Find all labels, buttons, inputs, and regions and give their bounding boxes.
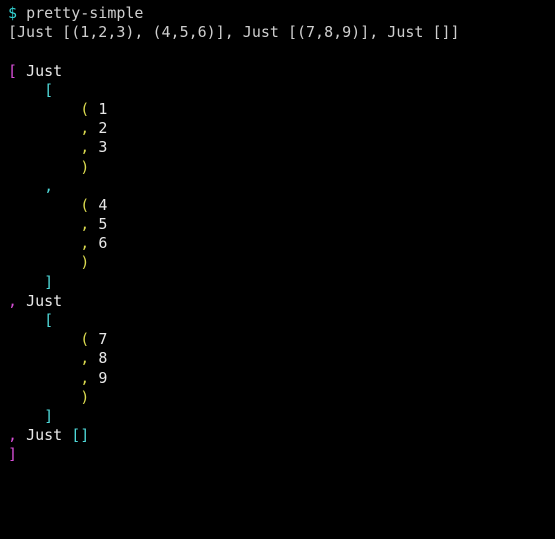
comma: , — [80, 349, 89, 367]
number: 1 — [98, 100, 107, 118]
number: 5 — [98, 215, 107, 233]
paren-open: ( — [80, 330, 89, 348]
number: 6 — [98, 234, 107, 252]
number: 4 — [98, 196, 107, 214]
number: 3 — [98, 138, 107, 156]
bracket-close: ] — [44, 407, 53, 425]
comma: , — [44, 177, 53, 195]
comma: , — [80, 369, 89, 387]
bracket-close: ] — [8, 445, 17, 463]
comma: , — [80, 138, 89, 156]
number: 9 — [98, 369, 107, 387]
comma: , — [8, 426, 17, 444]
bracket-open: [ — [44, 311, 53, 329]
bracket-close: ] — [44, 273, 53, 291]
number: 7 — [98, 330, 107, 348]
empty-list: [] — [71, 426, 89, 444]
comma: , — [80, 234, 89, 252]
command-text: pretty-simple — [26, 4, 143, 22]
paren-open: ( — [80, 196, 89, 214]
comma: , — [80, 119, 89, 137]
number: 2 — [98, 119, 107, 137]
just-keyword: Just — [26, 426, 62, 444]
paren-close: ) — [80, 253, 89, 271]
paren-open: ( — [80, 100, 89, 118]
comma: , — [8, 292, 17, 310]
just-keyword: Just — [26, 62, 62, 80]
paren-close: ) — [80, 388, 89, 406]
paren-close: ) — [80, 158, 89, 176]
bracket-open: [ — [44, 81, 53, 99]
number: 8 — [98, 349, 107, 367]
just-keyword: Just — [26, 292, 62, 310]
shell-prompt: $ — [8, 4, 17, 22]
terminal-output: $ pretty-simple [Just [(1,2,3), (4,5,6)]… — [8, 4, 547, 465]
comma: , — [80, 215, 89, 233]
input-line: [Just [(1,2,3), (4,5,6)], Just [(7,8,9)]… — [8, 23, 460, 41]
bracket-open: [ — [8, 62, 17, 80]
